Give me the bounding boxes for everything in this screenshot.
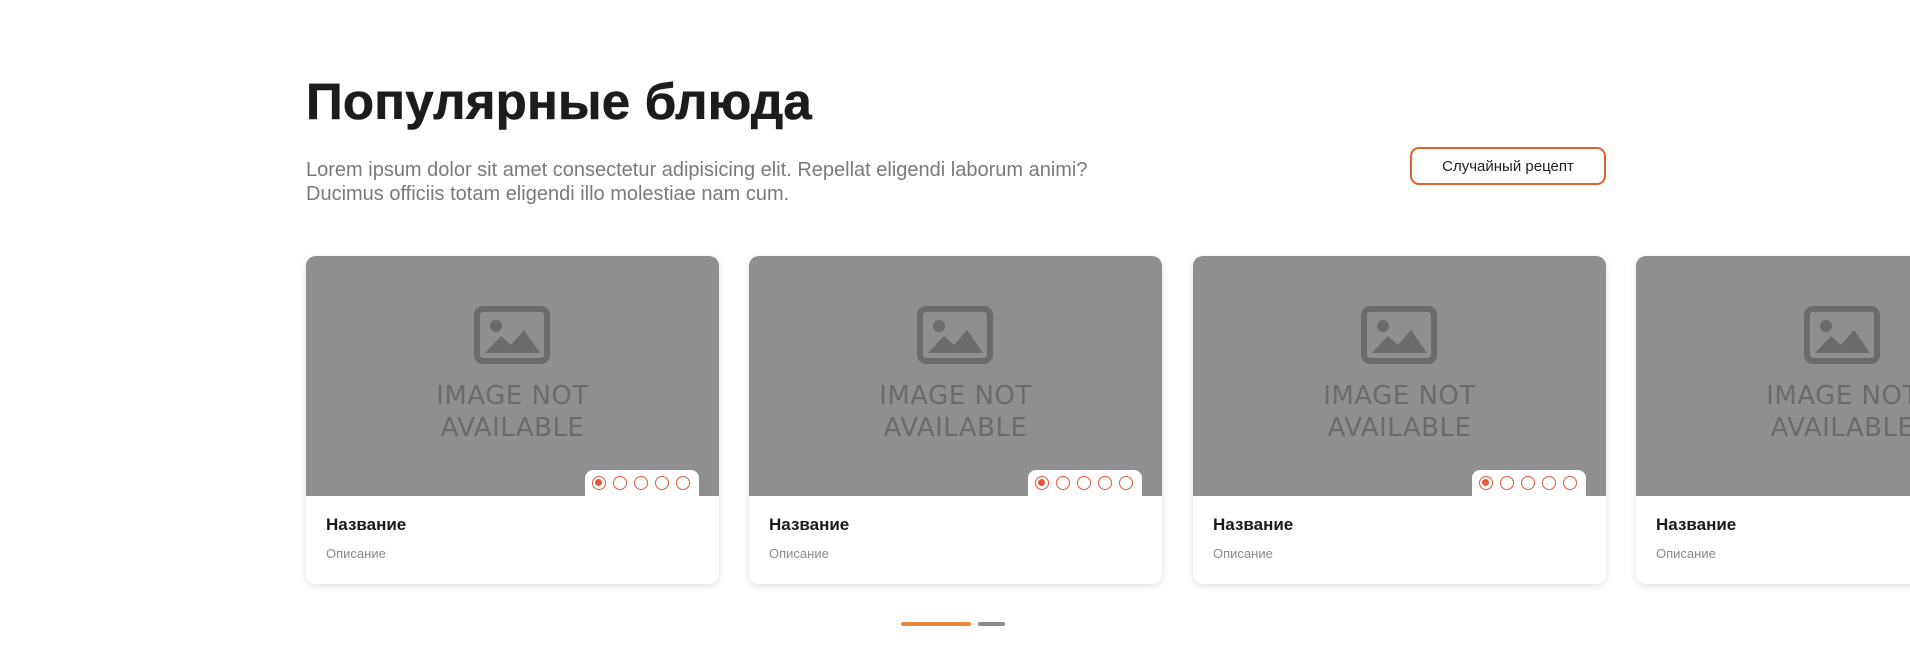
circle-star-icon[interactable] — [655, 476, 669, 490]
image-icon — [1361, 306, 1437, 364]
dish-description: Описание — [1213, 546, 1273, 561]
pagination-dot[interactable] — [978, 622, 1005, 626]
image-icon — [1804, 306, 1880, 364]
circle-star-icon[interactable] — [1119, 476, 1133, 490]
image-icon — [917, 306, 993, 364]
circle-star-icon[interactable] — [1056, 476, 1070, 490]
circle-star-icon[interactable] — [592, 476, 606, 490]
rating — [1028, 470, 1142, 496]
dish-name: Название — [1656, 515, 1737, 534]
circle-star-icon[interactable] — [634, 476, 648, 490]
pagination-dot-active[interactable] — [901, 622, 971, 626]
dish-image: IMAGE NOT AVAILABLE — [306, 256, 719, 496]
circle-star-icon[interactable] — [1521, 476, 1535, 490]
circle-star-icon[interactable] — [1500, 476, 1514, 490]
dish-name: Название — [326, 515, 407, 534]
random-recipe-button[interactable]: Случайный рецепт — [1410, 147, 1606, 185]
rating — [1472, 470, 1586, 496]
image-placeholder-text: IMAGE NOT AVAILABLE — [879, 381, 1032, 443]
circle-star-icon[interactable] — [676, 476, 690, 490]
image-placeholder-text: IMAGE NOT AVAILABLE — [1323, 381, 1476, 443]
dish-name: Название — [1213, 515, 1294, 534]
rating — [585, 470, 699, 496]
dish-card[interactable]: IMAGE NOT AVAILABLE Название Описание — [306, 256, 719, 584]
circle-star-icon[interactable] — [613, 476, 627, 490]
circle-star-icon[interactable] — [1035, 476, 1049, 490]
dish-card[interactable]: IMAGE NOT AVAILABLE Название Описание — [1193, 256, 1606, 584]
dish-description: Описание — [326, 546, 386, 561]
dish-description: Описание — [1656, 546, 1716, 561]
dish-image: IMAGE NOT AVAILABLE — [1193, 256, 1606, 496]
dish-card[interactable]: IMAGE NOT AVAILABLE Название Описание — [1636, 256, 1910, 584]
popular-dishes-section: Популярные блюда Lorem ipsum dolor sit a… — [0, 0, 1910, 662]
dishes-carousel[interactable]: IMAGE NOT AVAILABLE Название Описание IM… — [306, 256, 1910, 586]
image-placeholder-text: IMAGE NOT AVAILABLE — [1766, 381, 1910, 443]
dish-image: IMAGE NOT AVAILABLE — [749, 256, 1162, 496]
circle-star-icon[interactable] — [1479, 476, 1493, 490]
circle-star-icon[interactable] — [1098, 476, 1112, 490]
dish-description: Описание — [769, 546, 829, 561]
image-placeholder-text: IMAGE NOT AVAILABLE — [436, 381, 589, 443]
section-description: Lorem ipsum dolor sit amet consectetur a… — [306, 159, 1088, 205]
circle-star-icon[interactable] — [1563, 476, 1577, 490]
image-icon — [474, 306, 550, 364]
dish-image: IMAGE NOT AVAILABLE — [1636, 256, 1910, 496]
dish-name: Название — [769, 515, 850, 534]
circle-star-icon[interactable] — [1542, 476, 1556, 490]
section-title: Популярные блюда — [306, 73, 812, 131]
dish-card[interactable]: IMAGE NOT AVAILABLE Название Описание — [749, 256, 1162, 584]
circle-star-icon[interactable] — [1077, 476, 1091, 490]
